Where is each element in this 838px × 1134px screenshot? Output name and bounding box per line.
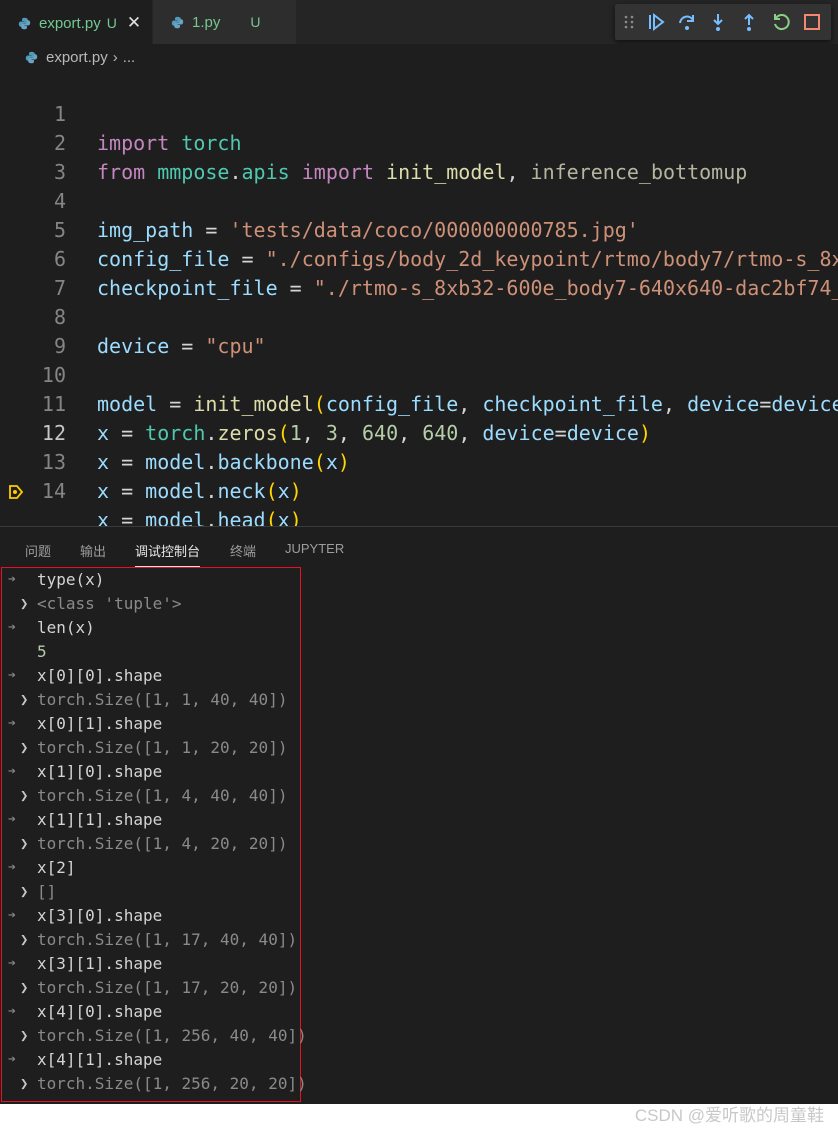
code-line: 10 model = init_model(config_file, check… (0, 332, 838, 416)
code-line: 4 img_path = 'tests/data/coco/0000000007… (0, 158, 838, 242)
code-line: 5 config_file = "./configs/body_2d_keypo… (0, 187, 838, 271)
console-text: [] (37, 882, 57, 901)
python-file-icon (171, 16, 184, 28)
console-text: torch.Size([1, 17, 40, 40]) (37, 930, 298, 949)
input-arrow-icon: ➔ (8, 620, 16, 635)
console-text: x[2] (37, 858, 76, 877)
stop-icon[interactable] (802, 12, 822, 32)
code-line: 8 device = "cpu" (0, 274, 838, 358)
tab-terminal[interactable]: 终端 (230, 541, 256, 560)
step-over-icon[interactable] (677, 12, 697, 32)
tab-output[interactable]: 输出 (80, 541, 106, 560)
code-line: 3 (0, 129, 838, 184)
console-text: torch.Size([1, 4, 40, 40]) (37, 786, 288, 805)
expand-chevron-icon[interactable]: ❯ (20, 1072, 28, 1096)
console-text: x[1][1].shape (37, 810, 163, 829)
page-footer: CSDN @爱听歌的周童鞋 (0, 1104, 838, 1134)
expand-chevron-icon[interactable]: ❯ (20, 688, 28, 712)
close-icon[interactable]: ✕ (127, 13, 141, 33)
console-text: x[4][0].shape (37, 1002, 163, 1021)
code-line: 2 from mmpose.apis import init_model, in… (0, 100, 838, 184)
python-file-icon (18, 17, 31, 29)
untracked-badge: U (106, 15, 117, 31)
console-text: x[3][1].shape (37, 954, 163, 973)
console-text: torch.Size([1, 1, 40, 40]) (37, 690, 288, 709)
console-text: torch.Size([1, 256, 20, 20]) (37, 1074, 307, 1093)
tab-label: export.py (39, 14, 101, 32)
input-arrow-icon: ➔ (8, 764, 16, 779)
breadcrumb-symbols[interactable]: ... (123, 49, 136, 66)
restart-icon[interactable] (771, 12, 791, 32)
console-text: x[3][0].shape (37, 906, 163, 925)
code-line: 16 (0, 506, 838, 526)
drag-grip-icon[interactable] (623, 12, 635, 32)
code-line: 12 x = model.backbone(x) (0, 390, 838, 474)
input-arrow-icon: ➔ (8, 668, 16, 683)
step-into-icon[interactable] (708, 12, 728, 32)
code-line: 9 (0, 303, 838, 358)
breadcrumb-file[interactable]: export.py (46, 49, 108, 66)
code-line-paused: 15 print(type(x)) (0, 477, 838, 506)
console-text: torch.Size([1, 256, 40, 40]) (37, 1026, 307, 1045)
expand-chevron-icon[interactable]: ❯ (20, 736, 28, 760)
breadcrumb: export.py › ... (0, 44, 838, 71)
input-arrow-icon: ➔ (8, 1052, 16, 1067)
console-text: <class 'tuple'> (37, 594, 182, 613)
tab-problems[interactable]: 问题 (25, 541, 51, 560)
console-text: x[4][1].shape (37, 1050, 163, 1069)
console-text: x[0][0].shape (37, 666, 163, 685)
console-text: x[0][1].shape (37, 714, 163, 733)
code-line: 11 x = torch.zeros(1, 3, 640, 640, devic… (0, 361, 838, 445)
continue-icon[interactable] (646, 12, 666, 32)
console-text: x[1][0].shape (37, 762, 163, 781)
console-text: type(x) (37, 570, 105, 589)
input-arrow-icon: ➔ (8, 812, 16, 827)
tab-debug-console[interactable]: 调试控制台 (135, 541, 201, 567)
input-arrow-icon: ➔ (8, 956, 16, 971)
expand-chevron-icon[interactable]: ❯ (20, 592, 28, 616)
input-arrow-icon: ➔ (8, 1004, 16, 1019)
tab-jupyter[interactable]: JUPYTER (285, 541, 344, 556)
tab-export-py[interactable]: export.py U ✕ (0, 0, 152, 45)
tab-label: 1.py (192, 13, 221, 31)
expand-chevron-icon[interactable]: ❯ (20, 832, 28, 856)
bottom-panel: 问题 输出 调试控制台 终端 JUPYTER ➔ type(x) ❯ <class '… (0, 526, 838, 1105)
code-editor[interactable]: 1 import torch 2 from mmpose.apis import… (0, 71, 838, 526)
console-text: 5 (37, 642, 47, 661)
input-arrow-icon: ➔ (8, 716, 16, 731)
debug-toolbar (615, 4, 831, 40)
untracked-badge: U (250, 14, 261, 30)
console-text: torch.Size([1, 4, 20, 20]) (37, 834, 288, 853)
expand-chevron-icon[interactable]: ❯ (20, 928, 28, 952)
code-line: 14 x = model.head(x) (0, 448, 838, 526)
watermark: CSDN @爱听歌的周童鞋 (634, 1106, 824, 1125)
debug-console-output[interactable]: ➔ type(x) ❯ <class 'tuple'> ➔ len(x) 5 ➔ x[0][0]… (1, 567, 307, 1102)
expand-chevron-icon[interactable]: ❯ (20, 880, 28, 904)
code-line: 1 import torch (0, 71, 838, 155)
code-line: 13 x = model.neck(x) (0, 419, 838, 503)
expand-chevron-icon[interactable]: ❯ (20, 1024, 28, 1048)
input-arrow-icon: ➔ (8, 860, 16, 875)
code-line: 6 checkpoint_file = "./rtmo-s_8xb32-600e… (0, 216, 838, 300)
expand-chevron-icon[interactable]: ❯ (20, 976, 28, 1000)
console-text: len(x) (37, 618, 95, 637)
input-arrow-icon: ➔ (8, 908, 16, 923)
breadcrumb-separator: › (112, 49, 118, 66)
console-text: torch.Size([1, 1, 20, 20]) (37, 738, 288, 757)
input-arrow-icon: ➔ (8, 572, 16, 587)
code-line: 7 (0, 245, 838, 300)
step-out-icon[interactable] (739, 12, 759, 32)
tab-1-py[interactable]: 1.py U (153, 0, 296, 44)
paused-breakpoint-icon[interactable] (8, 484, 24, 500)
editor-tab-bar: export.py U ✕ 1.py U (0, 0, 838, 45)
expand-chevron-icon[interactable]: ❯ (20, 784, 28, 808)
console-text: torch.Size([1, 17, 20, 20]) (37, 978, 298, 997)
python-file-icon (25, 51, 38, 64)
